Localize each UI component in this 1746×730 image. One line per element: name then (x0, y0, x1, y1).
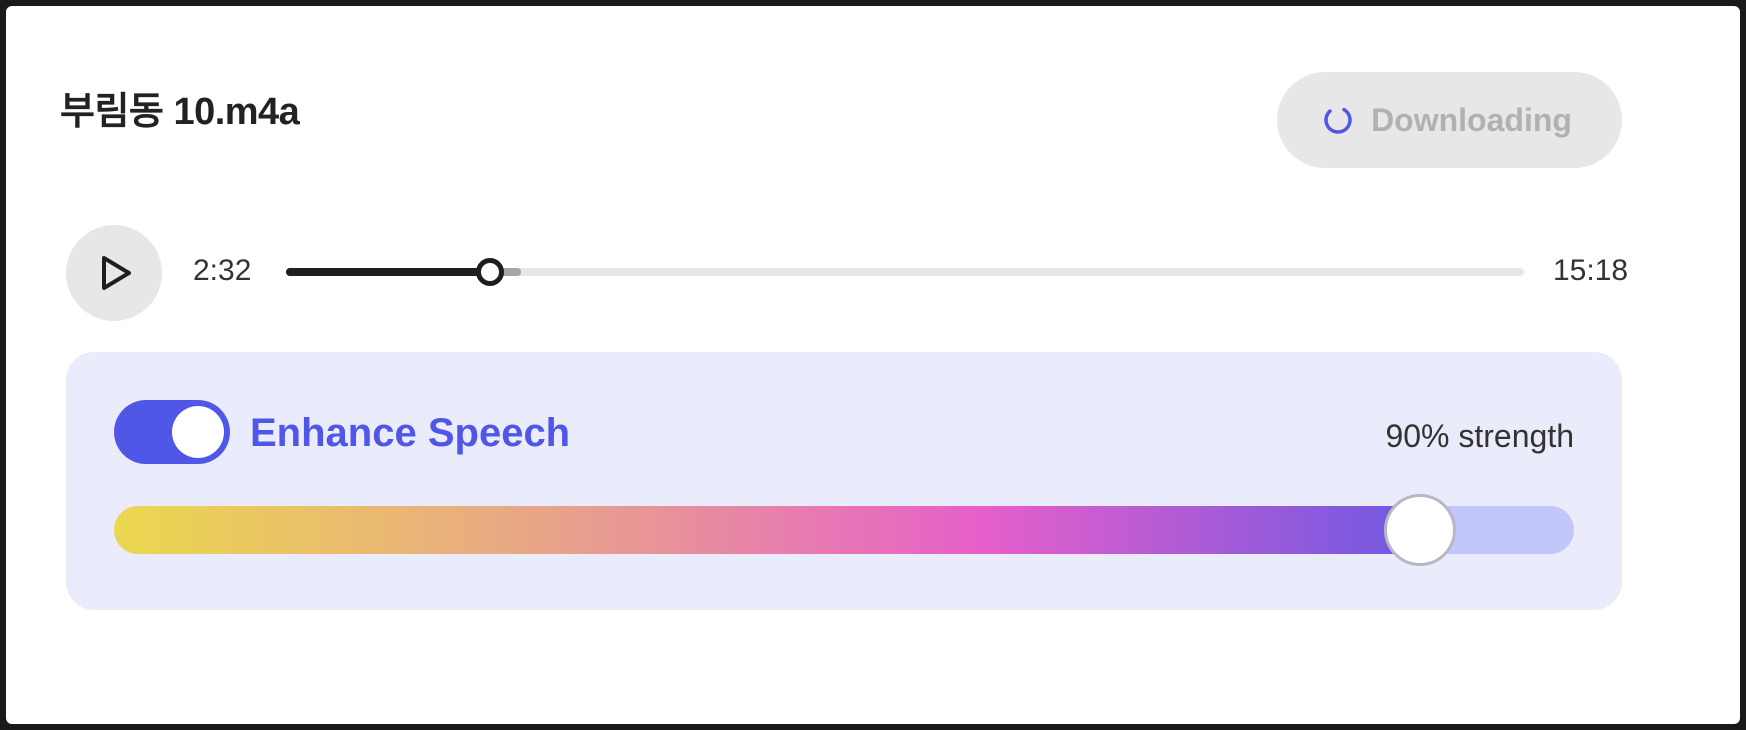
strength-handle[interactable] (1384, 494, 1456, 566)
enhance-speech-toggle[interactable] (114, 400, 230, 464)
file-title: 부림동 10.m4a (60, 91, 300, 133)
current-time: 2:32 (193, 254, 252, 287)
total-time: 15:18 (1553, 254, 1629, 287)
seek-handle[interactable] (476, 258, 505, 286)
play-button[interactable] (66, 225, 162, 321)
download-button[interactable]: Downloading (1277, 72, 1622, 168)
play-icon (102, 256, 131, 290)
audio-card: 부림동 10.m4a Downloading 2:32 15:18 Enhanc… (6, 6, 1740, 724)
seek-slider[interactable] (286, 258, 1524, 286)
toggle-knob (172, 406, 224, 458)
download-label: Downloading (1371, 102, 1572, 138)
enhance-speech-label: Enhance Speech (250, 411, 571, 455)
strength-label: 90% strength (1385, 418, 1574, 454)
enhance-speech-panel: Enhance Speech 90% strength (66, 352, 1622, 610)
strength-fill (114, 506, 1420, 554)
strength-slider[interactable] (114, 506, 1574, 554)
seek-played (286, 268, 491, 276)
loading-spinner-icon (1324, 106, 1352, 134)
